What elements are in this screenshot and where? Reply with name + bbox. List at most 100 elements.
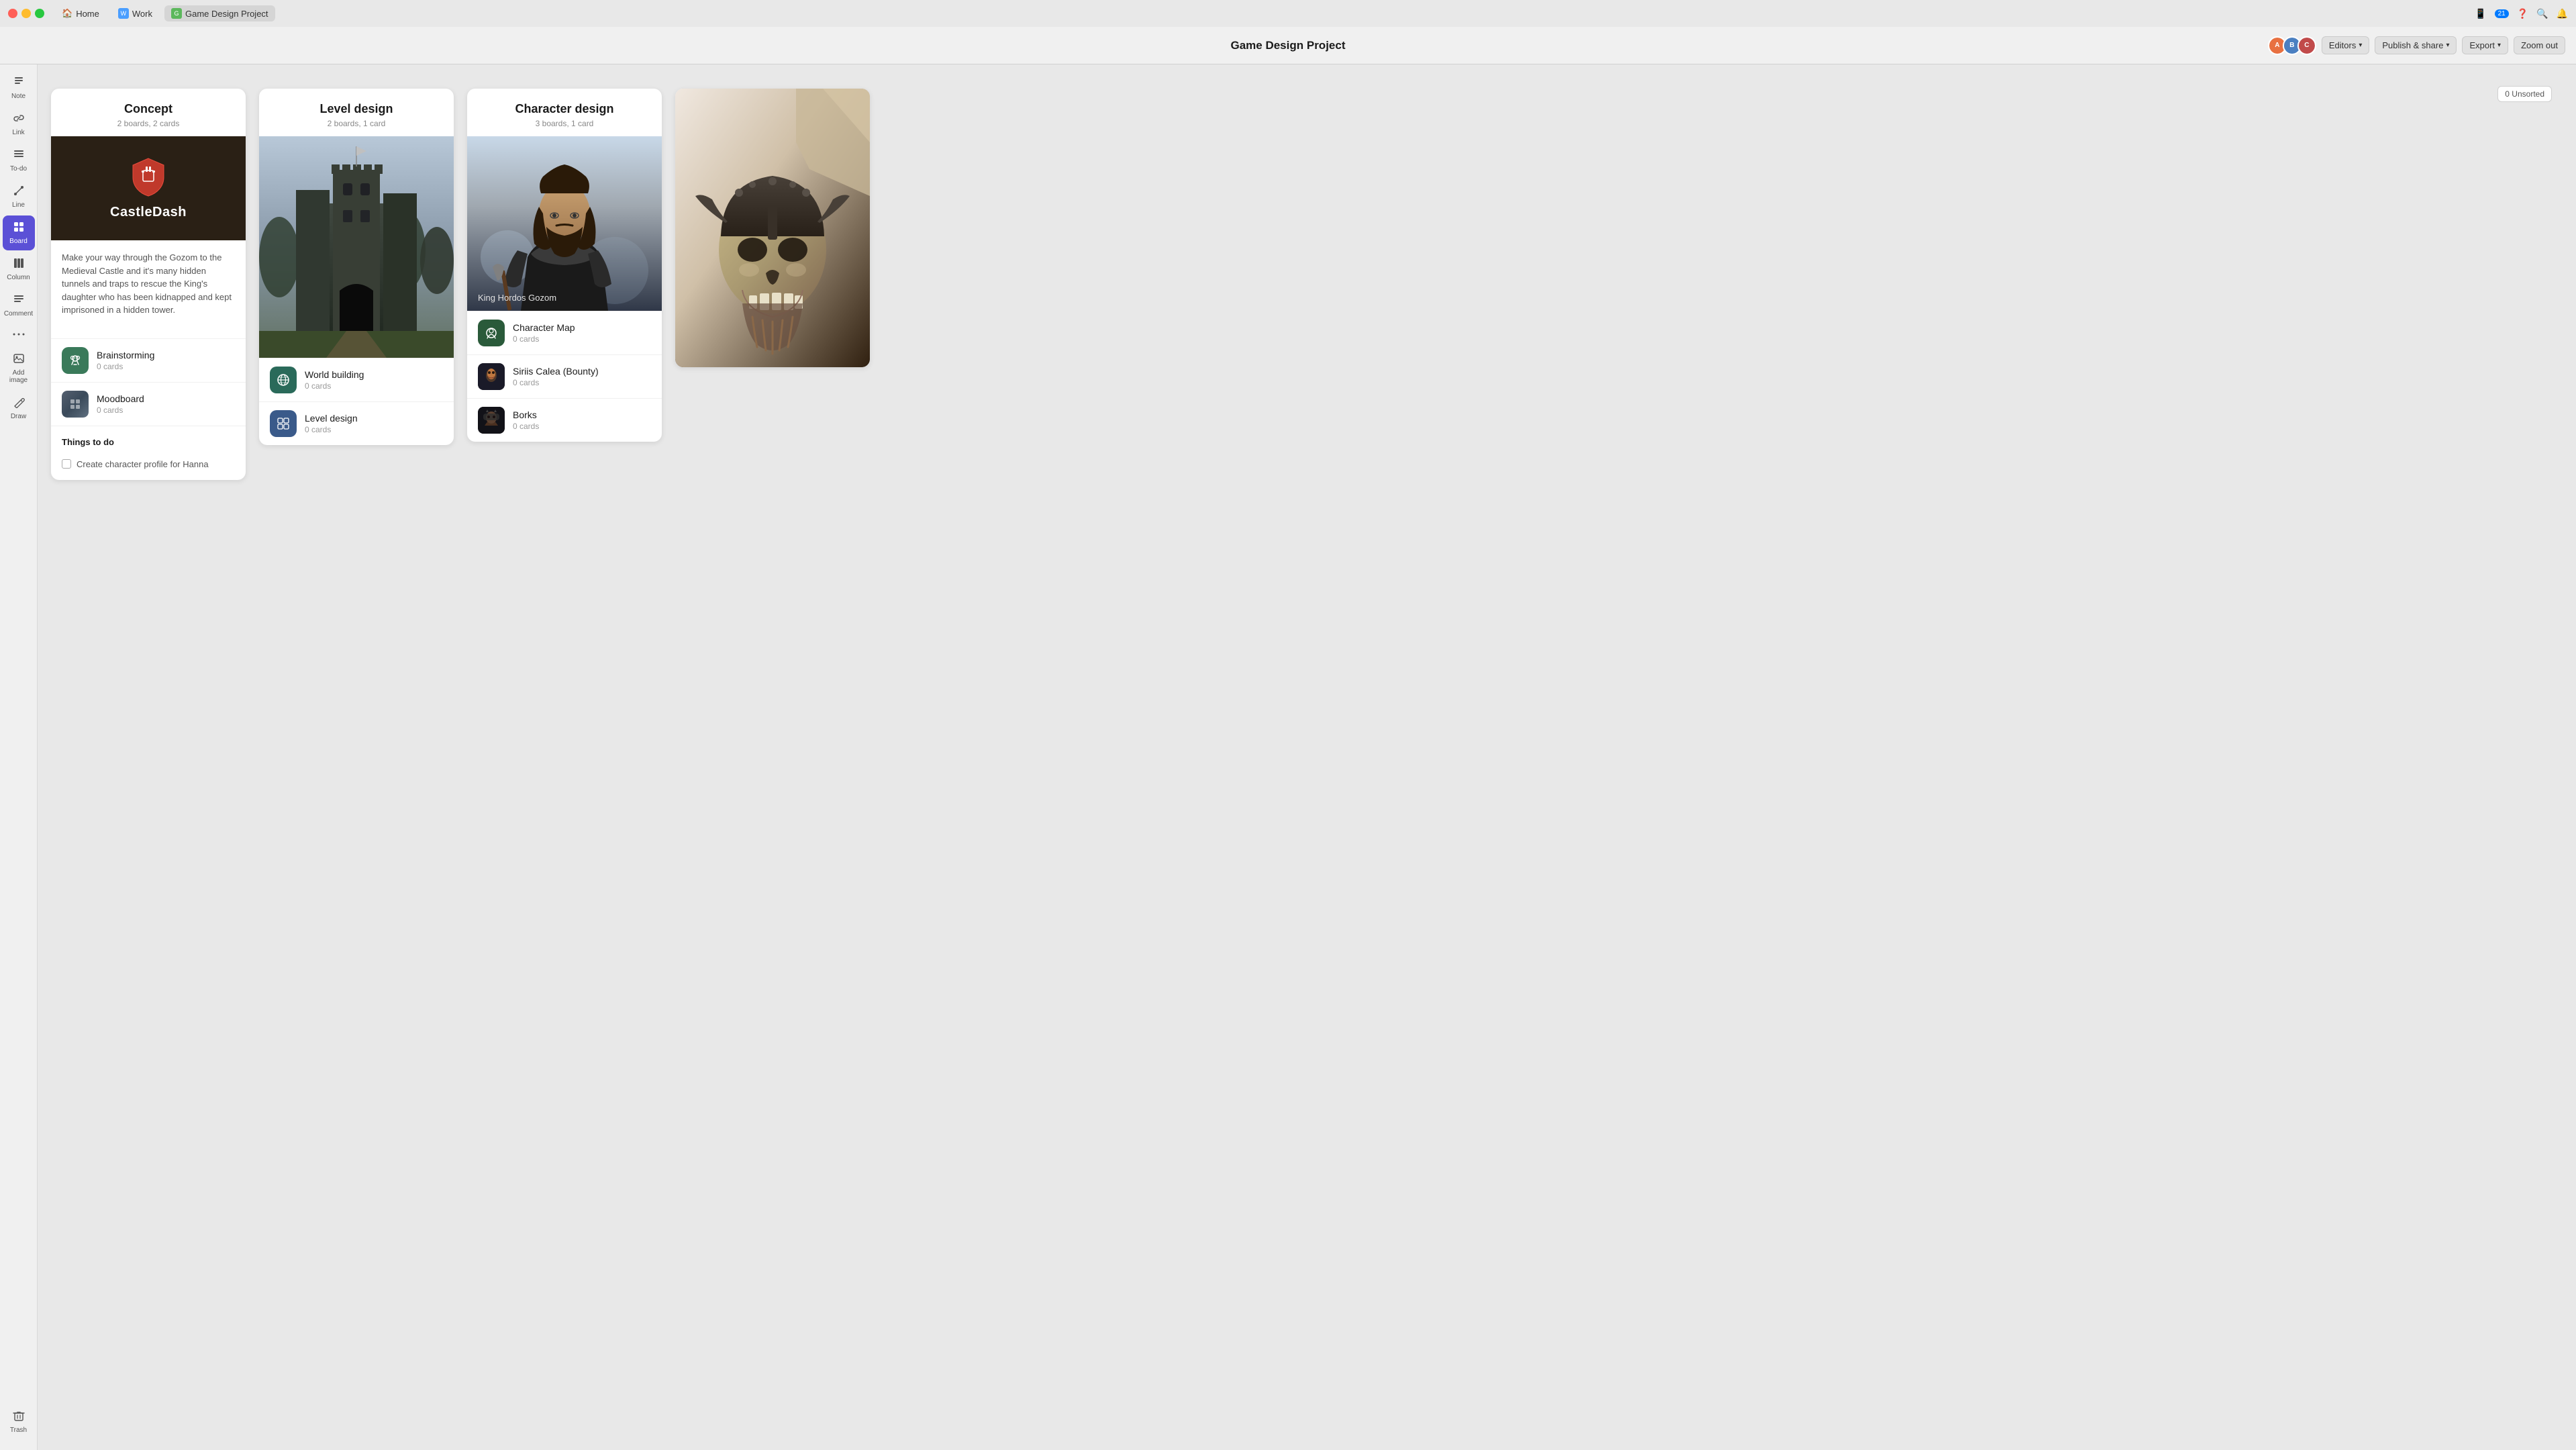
work-tab-icon: W: [118, 8, 129, 19]
brainstorming-text: Brainstorming 0 cards: [97, 350, 154, 371]
level-design-sub-text: Level design 0 cards: [305, 413, 358, 434]
level-design-sub-icon: [270, 410, 297, 437]
sidebar-item-line[interactable]: Line: [3, 179, 35, 214]
export-label: Export: [2469, 40, 2495, 50]
concept-title: Concept: [64, 102, 232, 116]
tab-home-label: Home: [76, 9, 99, 19]
title-bar-right: 📱 21 ❓ 🔍 🔔: [2475, 8, 2568, 19]
siriis-text: Siriis Calea (Bounty) 0 cards: [513, 366, 599, 387]
tab-game-design[interactable]: G Game Design Project: [164, 5, 275, 21]
borks-text: Borks 0 cards: [513, 409, 539, 431]
comment-icon: [13, 293, 25, 308]
add-image-icon: [13, 352, 25, 367]
level-design-subtitle: 2 boards, 1 card: [273, 119, 440, 128]
sidebar-draw-label: Draw: [11, 413, 26, 420]
siriis-calea-item[interactable]: Siriis Calea (Bounty) 0 cards: [467, 354, 662, 398]
sidebar-todo-label: To-do: [10, 165, 27, 173]
sidebar-item-link[interactable]: Link: [3, 107, 35, 142]
world-building-name: World building: [305, 369, 364, 380]
more-icon: [13, 330, 25, 340]
unsorted-badge[interactable]: 0 Unsorted: [2497, 86, 2552, 102]
search-icon[interactable]: 🔍: [2536, 8, 2548, 19]
sidebar-line-label: Line: [12, 201, 25, 209]
sidebar-item-board[interactable]: Board: [3, 215, 35, 250]
brainstorming-icon: [62, 347, 89, 374]
zoom-button[interactable]: Zoom out: [2514, 36, 2565, 54]
tab-home[interactable]: 🏠 Home: [55, 5, 106, 21]
world-building-cards: 0 cards: [305, 381, 364, 391]
sidebar-item-more[interactable]: [3, 324, 35, 346]
todo-item-1[interactable]: Create character profile for Hanna: [62, 454, 235, 475]
close-button[interactable]: [8, 9, 17, 18]
sidebar-item-comment[interactable]: Comment: [3, 288, 35, 323]
traffic-lights: [8, 9, 44, 18]
warrior-svg: [467, 136, 662, 311]
borks-cards: 0 cards: [513, 422, 539, 431]
line-icon: [13, 185, 25, 199]
things-to-do-section: Things to do Create character profile fo…: [51, 426, 246, 480]
world-building-text: World building 0 cards: [305, 369, 364, 391]
warrior-image: King Hordos Gozom: [467, 136, 662, 311]
content-relative: 0 Unsorted Concept 2 boards, 2 cards: [51, 81, 2563, 480]
sidebar-item-trash[interactable]: Trash: [3, 1404, 35, 1439]
castledash-logo-area: CastleDash: [51, 136, 246, 240]
content-area: 0 Unsorted Concept 2 boards, 2 cards: [38, 64, 2576, 1450]
note-icon: [13, 76, 25, 91]
board-icon: [13, 221, 25, 236]
concept-header: Concept 2 boards, 2 cards: [51, 89, 246, 136]
export-chevron-icon: ▾: [2497, 42, 2501, 49]
column-icon: [13, 257, 25, 272]
sidebar-item-todo[interactable]: To-do: [3, 143, 35, 178]
bell-icon[interactable]: 🔔: [2557, 8, 2568, 19]
avatar-3: C: [2297, 36, 2316, 55]
moodboard-thumb: [62, 391, 89, 418]
sidebar-item-add-image[interactable]: Add image: [3, 347, 35, 389]
editors-button[interactable]: Editors ▾: [2322, 36, 2370, 54]
things-to-do-title: Things to do: [62, 437, 235, 447]
character-design-header: Character design 3 boards, 1 card: [467, 89, 662, 136]
borks-item[interactable]: Borks 0 cards: [467, 398, 662, 442]
tab-work[interactable]: W Work: [111, 5, 159, 21]
publish-chevron-icon: ▾: [2446, 42, 2449, 49]
toolbar: Game Design Project A B C Editors ▾ Publ…: [0, 27, 2576, 64]
level-design-sub-item[interactable]: Level design 0 cards: [259, 401, 454, 445]
minimize-button[interactable]: [21, 9, 31, 18]
todo-checkbox-1[interactable]: [62, 459, 71, 469]
board-card-level-design[interactable]: Level design 2 boards, 1 card: [259, 89, 454, 445]
sidebar-add-image-label: Add image: [5, 369, 32, 384]
publish-share-button[interactable]: Publish & share ▾: [2375, 36, 2457, 54]
world-building-item[interactable]: World building 0 cards: [259, 358, 454, 401]
viking-skull-svg: [675, 89, 870, 367]
siriis-cards: 0 cards: [513, 378, 599, 387]
moodboard-cards: 0 cards: [97, 405, 144, 415]
avatars-group: A B C: [2268, 36, 2316, 55]
moodboard-name: Moodboard: [97, 393, 144, 404]
sidebar-item-column[interactable]: Column: [3, 252, 35, 287]
brainstorming-item[interactable]: Brainstorming 0 cards: [51, 338, 246, 382]
board-card-concept[interactable]: Concept 2 boards, 2 cards: [51, 89, 246, 480]
editors-chevron-icon: ▾: [2359, 42, 2362, 49]
castle-image: [259, 136, 454, 358]
board-card-character-design[interactable]: Character design 3 boards, 1 card: [467, 89, 662, 442]
sidebar-column-label: Column: [7, 274, 30, 281]
sidebar-comment-label: Comment: [4, 310, 33, 318]
home-icon: 🏠: [62, 8, 72, 19]
level-design-header: Level design 2 boards, 1 card: [259, 89, 454, 136]
maximize-button[interactable]: [35, 9, 44, 18]
sidebar-item-note[interactable]: Note: [3, 70, 35, 105]
concept-body: Make your way through the Gozom to the M…: [51, 240, 246, 338]
borks-thumb: [478, 407, 505, 434]
question-icon[interactable]: ❓: [2517, 8, 2528, 19]
sidebar-link-label: Link: [12, 129, 24, 136]
moodboard-item[interactable]: Moodboard 0 cards: [51, 382, 246, 426]
todo-icon: [13, 148, 25, 163]
siriis-name: Siriis Calea (Bounty): [513, 366, 599, 377]
sidebar-item-draw[interactable]: Draw: [3, 391, 35, 426]
world-building-icon: [270, 367, 297, 393]
warrior-caption: King Hordos Gozom: [478, 293, 556, 303]
zoom-label: Zoom out: [2521, 40, 2558, 50]
export-button[interactable]: Export ▾: [2462, 36, 2508, 54]
character-map-item[interactable]: Character Map 0 cards: [467, 311, 662, 354]
main-area: Note Link To-do Line Board: [0, 64, 2576, 1450]
character-map-text: Character Map 0 cards: [513, 322, 575, 344]
